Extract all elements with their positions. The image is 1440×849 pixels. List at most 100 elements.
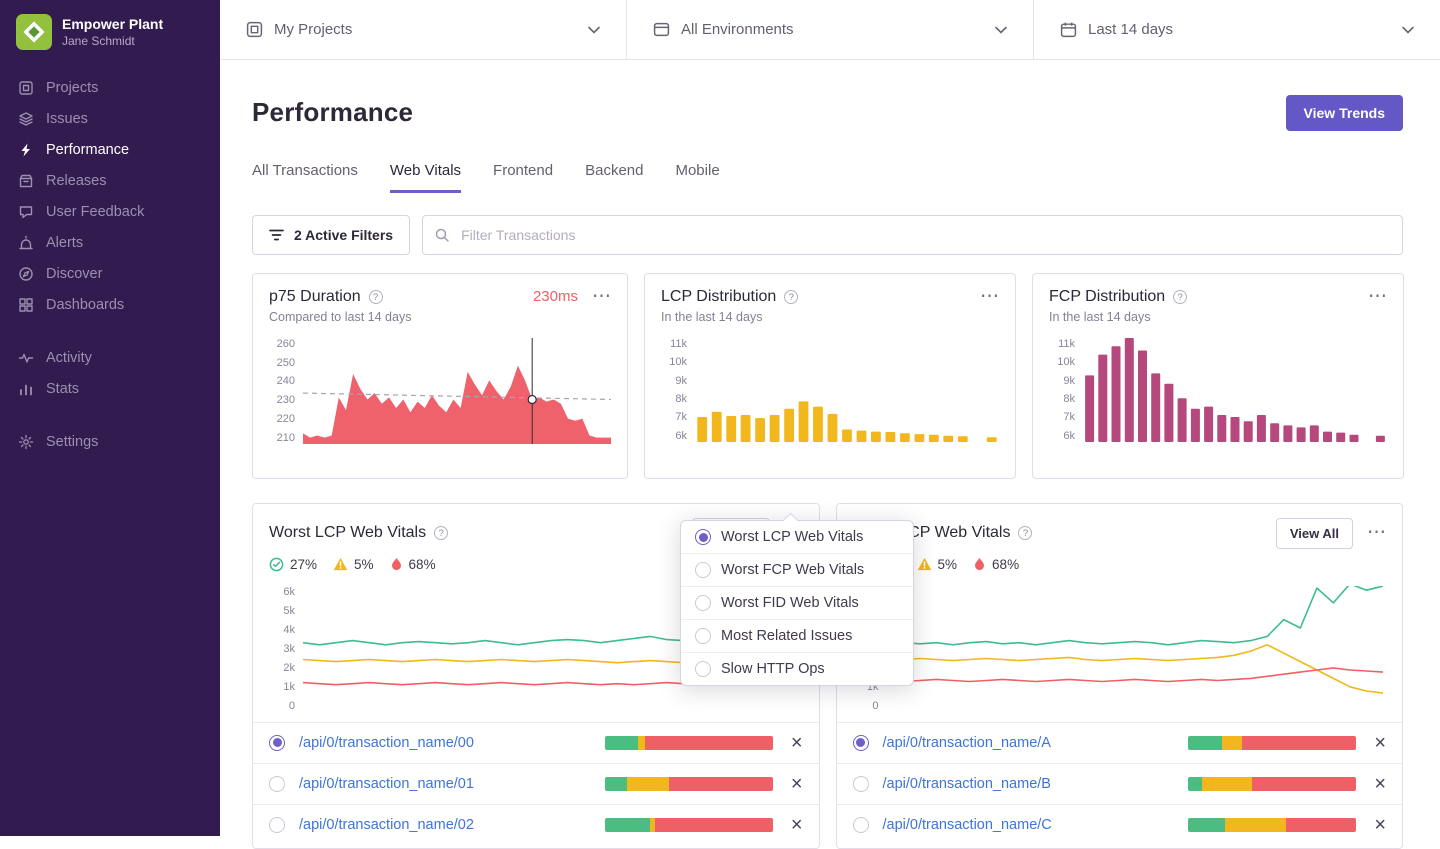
main-content: Performance View Trends All Transactions… — [220, 60, 1440, 849]
discover-icon — [18, 266, 34, 282]
help-icon[interactable] — [368, 289, 383, 304]
transaction-radio[interactable] — [269, 775, 285, 792]
active-filters-button[interactable]: 2 Active Filters — [252, 214, 411, 255]
transaction-link[interactable]: /api/0/transaction_name/C — [883, 817, 1052, 833]
vitals-stacked-bar — [604, 735, 773, 750]
view-all-button[interactable]: View All — [1275, 517, 1353, 549]
project-picker[interactable]: My Projects — [220, 0, 626, 59]
sidebar: Empower Plant Jane Schmidt Projects Issu… — [0, 0, 220, 836]
menu-radio[interactable] — [695, 661, 711, 677]
card-title: FCP Distribution — [1049, 287, 1166, 305]
card-subtitle: Compared to last 14 days — [269, 309, 412, 324]
menu-radio[interactable] — [695, 628, 711, 644]
menu-radio[interactable] — [695, 595, 711, 611]
worst-fcp-chart: 6k5k4k3k2k1k0 — [853, 585, 1387, 712]
menu-radio[interactable] — [695, 562, 711, 578]
sidebar-item-user-feedback[interactable]: User Feedback — [0, 196, 220, 227]
chevron-down-icon — [995, 26, 1007, 34]
org-switcher[interactable]: Empower Plant Jane Schmidt — [0, 0, 220, 66]
environment-picker[interactable]: All Environments — [626, 0, 1033, 59]
help-icon[interactable] — [1018, 526, 1033, 541]
sidebar-item-discover[interactable]: Discover — [0, 258, 220, 289]
sidebar-item-projects[interactable]: Projects — [0, 72, 220, 103]
close-icon[interactable] — [1374, 736, 1386, 750]
sidebar-item-activity[interactable]: Activity — [0, 342, 220, 373]
card-title: LCP Distribution — [661, 287, 777, 305]
transaction-list: /api/0/transaction_name/A /api/0/transac… — [836, 721, 1402, 845]
tab-all-transactions[interactable]: All Transactions — [252, 162, 358, 193]
vitals-stacked-bar — [1188, 735, 1357, 750]
transaction-radio[interactable] — [269, 816, 285, 833]
transaction-radio[interactable] — [852, 775, 869, 792]
menu-item-worst-fid[interactable]: Worst FID Web Vitals — [681, 586, 913, 619]
stats-icon — [18, 381, 34, 397]
alerts-icon — [18, 235, 34, 251]
transaction-link[interactable]: /api/0/transaction_name/01 — [299, 776, 474, 792]
sidebar-item-dashboards[interactable]: Dashboards — [0, 289, 220, 320]
table-row: /api/0/transaction_name/02 — [253, 803, 819, 845]
fcp-distribution-card: FCP Distribution In the last 14 days 11k… — [1032, 272, 1404, 479]
help-icon[interactable] — [434, 526, 449, 541]
menu-item-most-related-issues[interactable]: Most Related Issues — [681, 619, 913, 652]
poor-percent: 68% — [408, 556, 436, 572]
menu-item-label: Slow HTTP Ops — [721, 661, 825, 677]
transaction-link[interactable]: /api/0/transaction_name/00 — [299, 735, 474, 751]
sidebar-item-alerts[interactable]: Alerts — [0, 227, 220, 258]
tab-frontend[interactable]: Frontend — [493, 162, 553, 193]
card-menu-icon[interactable] — [1368, 292, 1387, 302]
transaction-radio[interactable] — [852, 734, 869, 751]
close-icon[interactable] — [791, 818, 803, 832]
table-row: /api/0/transaction_name/00 — [253, 721, 819, 763]
menu-item-worst-fcp[interactable]: Worst FCP Web Vitals — [681, 553, 913, 586]
menu-item-slow-http-ops[interactable]: Slow HTTP Ops — [681, 652, 913, 685]
menu-item-label: Most Related Issues — [721, 628, 853, 644]
help-icon[interactable] — [784, 289, 799, 304]
close-icon[interactable] — [1374, 777, 1386, 791]
environment-picker-label: All Environments — [681, 21, 794, 38]
sidebar-item-label: Releases — [46, 172, 107, 189]
org-logo-icon — [16, 14, 52, 50]
dashboards-icon — [18, 297, 34, 313]
transaction-link[interactable]: /api/0/transaction_name/02 — [299, 817, 474, 833]
tab-web-vitals[interactable]: Web Vitals — [389, 162, 462, 193]
search-input[interactable] — [422, 214, 1403, 255]
transaction-search — [422, 214, 1403, 255]
menu-item-label: Worst FID Web Vitals — [721, 595, 859, 611]
transaction-link[interactable]: /api/0/transaction_name/A — [883, 735, 1051, 751]
sidebar-item-stats[interactable]: Stats — [0, 373, 220, 404]
menu-radio[interactable] — [695, 529, 711, 545]
sidebar-item-settings[interactable]: Settings — [0, 426, 220, 457]
transaction-radio[interactable] — [269, 734, 285, 751]
sidebar-item-label: Performance — [46, 141, 130, 158]
close-icon[interactable] — [791, 736, 803, 750]
help-icon[interactable] — [1173, 289, 1188, 304]
date-range-picker[interactable]: Last 14 days — [1033, 0, 1440, 59]
active-filters-label: 2 Active Filters — [294, 226, 394, 243]
card-menu-icon[interactable] — [1367, 528, 1386, 538]
projects-icon — [18, 80, 34, 96]
sidebar-item-performance[interactable]: Performance — [0, 134, 220, 165]
close-icon[interactable] — [791, 777, 803, 791]
search-icon — [435, 228, 449, 242]
card-menu-icon[interactable] — [980, 292, 999, 302]
issues-icon — [18, 111, 34, 127]
card-menu-icon[interactable] — [592, 292, 611, 302]
tab-backend[interactable]: Backend — [585, 162, 643, 193]
view-trends-button[interactable]: View Trends — [1285, 94, 1403, 131]
tab-mobile[interactable]: Mobile — [675, 162, 719, 193]
releases-icon — [18, 173, 34, 189]
sidebar-item-issues[interactable]: Issues — [0, 103, 220, 134]
sidebar-item-label: Discover — [46, 265, 103, 282]
sidebar-item-releases[interactable]: Releases — [0, 165, 220, 196]
menu-item-worst-lcp[interactable]: Worst LCP Web Vitals — [681, 521, 913, 553]
vitals-stacked-bar — [1188, 776, 1357, 791]
transaction-radio[interactable] — [852, 816, 869, 833]
activity-icon — [18, 350, 34, 366]
worst-fcp-card: Worst FCP Web Vitals View All 27% 5% — [835, 502, 1403, 849]
user-feedback-icon — [18, 204, 34, 220]
close-icon[interactable] — [1374, 818, 1386, 832]
fcp-bar-chart — [1085, 337, 1385, 442]
meh-percent: 5% — [937, 556, 958, 572]
calendar-icon — [1060, 22, 1077, 38]
transaction-link[interactable]: /api/0/transaction_name/B — [883, 776, 1051, 792]
